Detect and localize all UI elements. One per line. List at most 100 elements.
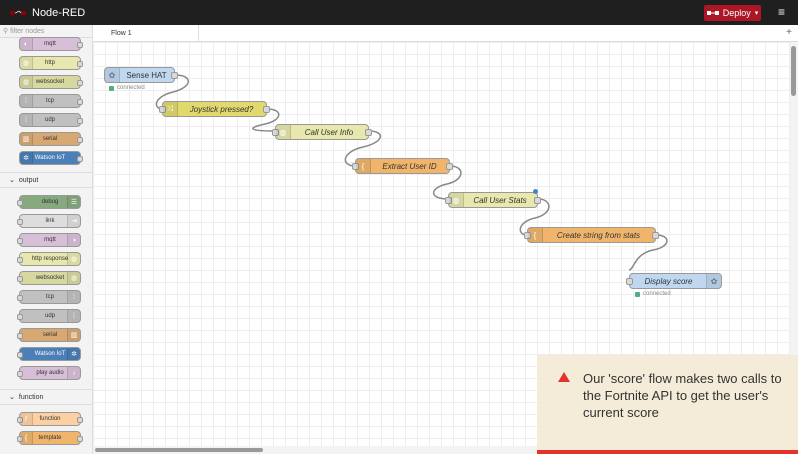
node-call-user-stats[interactable]: ◍ Call User Stats	[445, 192, 541, 208]
template-icon: {	[528, 228, 543, 242]
palette-node-debug[interactable]: debug ☰	[17, 195, 81, 209]
palette-node-serial-in[interactable]: ▥ serial	[19, 132, 83, 146]
node-extract-user-id[interactable]: { Extract User ID	[352, 158, 453, 174]
input-port[interactable]	[626, 278, 633, 285]
output-port[interactable]	[534, 197, 541, 204]
palette-node-label: http response	[31, 256, 69, 262]
bridge-icon: ⁞	[20, 95, 33, 107]
palette-node-tcp-in[interactable]: ⁞ tcp	[19, 94, 83, 108]
category-label: output	[18, 176, 39, 184]
template-icon: {	[20, 432, 33, 444]
category-function[interactable]: ⌄ function	[0, 389, 92, 405]
input-port[interactable]	[17, 352, 23, 358]
node-sense-hat[interactable]: ✿ Sense HAT	[104, 67, 178, 83]
output-port[interactable]	[77, 156, 83, 162]
palette-node-template[interactable]: { template	[17, 431, 83, 445]
speaker-icon: ♪	[67, 367, 80, 379]
deploy-button[interactable]: Deploy ▾	[704, 5, 761, 21]
palette-node-label: websocket	[35, 79, 65, 85]
output-port[interactable]	[77, 80, 83, 86]
output-port[interactable]	[77, 417, 83, 423]
scroll-thumb[interactable]	[791, 46, 796, 96]
mqtt-icon: ◐	[20, 38, 33, 50]
output-port[interactable]	[77, 99, 83, 105]
output-port[interactable]	[652, 232, 659, 239]
output-port[interactable]	[77, 118, 83, 124]
input-port[interactable]	[17, 276, 23, 282]
node-label: Extract User ID	[382, 161, 437, 171]
input-port[interactable]	[17, 333, 23, 339]
palette-node-label: udp	[44, 313, 55, 319]
workspace-tabs: Flow 1 +	[93, 25, 798, 42]
node-red-logo-icon	[10, 10, 26, 15]
output-port[interactable]	[77, 42, 83, 48]
palette-node-label: serial	[42, 136, 58, 142]
palette-node-serial-out[interactable]: serial ▥	[17, 328, 81, 342]
category-output[interactable]: ⌄ output	[0, 172, 92, 188]
output-port[interactable]	[263, 106, 270, 113]
triangle-icon	[558, 372, 570, 382]
palette-node-play-audio[interactable]: play audio ♪	[17, 366, 81, 380]
chevron-down-icon: ▾	[754, 10, 759, 17]
bridge-icon: ⁞	[67, 291, 80, 303]
palette-node-http-response[interactable]: http response ◍	[17, 252, 81, 266]
globe-icon: ◍	[20, 57, 33, 69]
output-port[interactable]	[446, 163, 453, 170]
add-tab-icon[interactable]: +	[786, 27, 792, 38]
serial-icon: ▥	[20, 133, 33, 145]
node-status-display-score: connected	[635, 291, 671, 297]
output-port[interactable]	[77, 61, 83, 67]
palette-node-udp-out[interactable]: udp ⁞	[17, 309, 81, 323]
watson-icon: ✲	[20, 152, 33, 164]
output-port[interactable]	[77, 137, 83, 143]
palette-node-link-out[interactable]: link ⇥	[17, 214, 81, 228]
node-call-user-info[interactable]: ◍ Call User Info	[272, 124, 372, 140]
input-port[interactable]	[17, 314, 23, 320]
palette-node-watson-in[interactable]: ✲ Watson IoT	[19, 151, 83, 165]
palette-node-label: mqtt	[44, 41, 56, 47]
input-port[interactable]	[17, 219, 23, 225]
input-port[interactable]	[17, 295, 23, 301]
caption-box: Our 'score' flow makes two calls to the …	[537, 355, 798, 454]
search-icon: ⚲	[3, 28, 9, 35]
node-label: Sense HAT	[126, 70, 167, 80]
input-port[interactable]	[17, 200, 23, 206]
palette-node-label: Watson IoT	[34, 351, 66, 357]
palette-node-http-in[interactable]: ◍ http	[19, 56, 83, 70]
caption-accent-bar	[537, 450, 798, 454]
input-port[interactable]	[17, 238, 23, 244]
scroll-thumb[interactable]	[95, 448, 263, 452]
palette-node-mqtt-out[interactable]: mqtt ◑	[17, 233, 81, 247]
bridge-icon: ⁞	[20, 114, 33, 126]
node-create-string[interactable]: { Create string from stats	[524, 227, 659, 243]
palette-node-label: tcp	[45, 294, 54, 300]
globe-icon: ◍	[20, 76, 33, 88]
node-joystick-pressed[interactable]: ⤨ Joystick pressed?	[159, 101, 270, 117]
node-display-score[interactable]: Display score ✿	[626, 273, 722, 289]
input-port[interactable]	[17, 371, 23, 377]
palette-node-mqtt-in[interactable]: ◐ mqtt	[19, 37, 83, 51]
node-label: Display score	[644, 276, 693, 286]
palette-node-label: http	[44, 60, 55, 66]
input-port[interactable]	[17, 257, 23, 263]
status-dot-icon	[109, 85, 114, 91]
output-port[interactable]	[77, 436, 83, 442]
palette-node-watson-out[interactable]: Watson IoT ✲	[17, 347, 81, 361]
palette-node-websocket-in[interactable]: ◍ websocket	[19, 75, 83, 89]
palette-node-tcp-out[interactable]: tcp ⁞	[17, 290, 81, 304]
caption-text: Our 'score' flow makes two calls to the …	[583, 371, 782, 420]
header-bar: Node-RED Deploy ▾ ≡	[0, 0, 798, 25]
palette-node-function[interactable]: f function	[17, 412, 83, 426]
output-port[interactable]	[365, 129, 372, 136]
status-text: connected	[643, 291, 671, 297]
palette-node-udp-in[interactable]: ⁞ udp	[19, 113, 83, 127]
raspberry-pi-icon: ✿	[706, 274, 721, 288]
mqtt-icon: ◑	[67, 234, 80, 246]
node-label: Call User Stats	[473, 195, 527, 205]
palette-node-websocket-out[interactable]: websocket ◍	[17, 271, 81, 285]
output-port[interactable]	[171, 72, 178, 79]
filter-placeholder: filter nodes	[10, 27, 45, 35]
hamburger-menu-icon[interactable]: ≡	[778, 6, 785, 18]
tab-flow-1[interactable]: Flow 1	[101, 25, 199, 41]
function-icon: f	[20, 413, 33, 425]
